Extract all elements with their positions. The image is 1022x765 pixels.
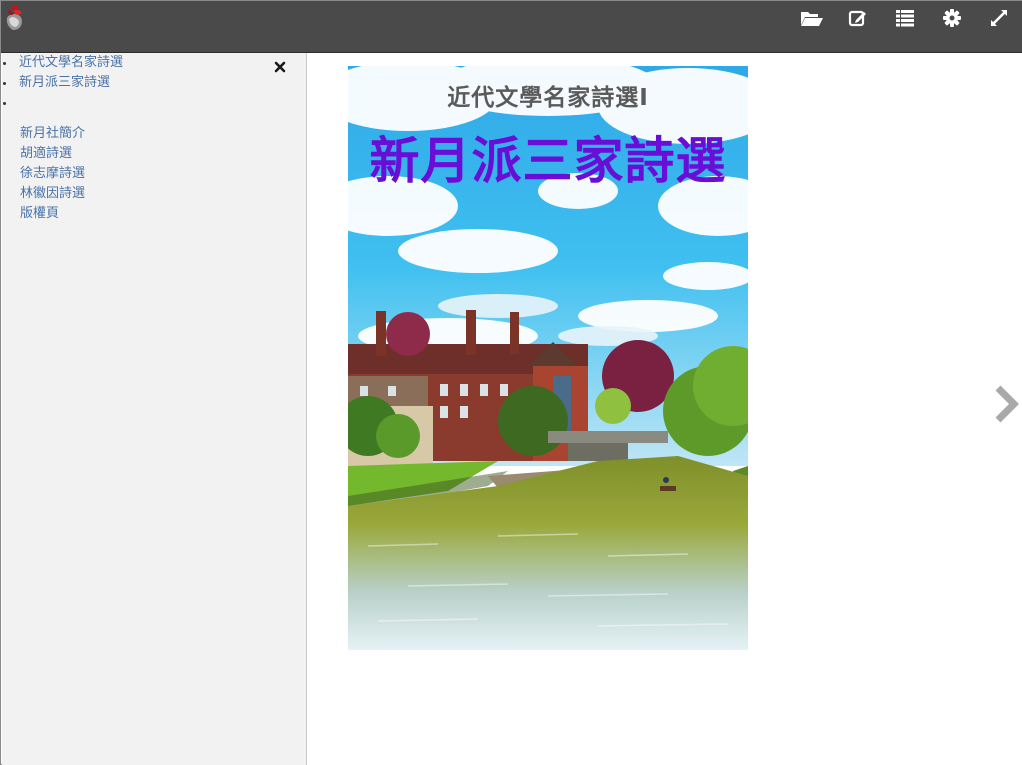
cover-series-title: 近代文學名家詩選I [447, 85, 649, 111]
fullscreen-icon [989, 8, 1009, 28]
open-book-button[interactable] [799, 7, 825, 29]
toc-link-lin-huiyin[interactable]: 林徽因詩選 [20, 186, 85, 201]
bullet [3, 102, 6, 105]
edit-icon [848, 8, 868, 28]
next-page-button[interactable] [992, 384, 1020, 424]
toc-chapter-list: 新月社簡介 胡適詩選 徐志摩詩選 林徽因詩選 版權頁 [20, 123, 85, 223]
close-sidebar-button[interactable] [272, 59, 288, 75]
cover-book-title: 新月派三家詩選 [369, 132, 727, 190]
folder-open-icon [800, 9, 824, 27]
bullet [3, 82, 6, 85]
toc-link-xu-zhimo[interactable]: 徐志摩詩選 [20, 166, 85, 181]
reading-area: 近代文學名家詩選I 新月派三家詩選 [307, 53, 1022, 765]
toc-chapter-item: 林徽因詩選 [20, 183, 85, 203]
chevron-right-icon [992, 385, 1020, 428]
toc-chapter-item: 胡適詩選 [20, 143, 85, 163]
reader-window: 近代文學名家詩選 新月派三家詩選 新月社簡介 胡適詩選 徐志摩詩選 林徽因詩選 … [0, 0, 1022, 765]
app-logo-icon [4, 4, 26, 32]
close-icon [272, 60, 288, 79]
toc-chapter-item: 徐志摩詩選 [20, 163, 85, 183]
toc-button[interactable] [892, 7, 918, 29]
sidebar: 近代文學名家詩選 新月派三家詩選 新月社簡介 胡適詩選 徐志摩詩選 林徽因詩選 … [2, 53, 307, 765]
annotate-button[interactable] [845, 7, 871, 29]
list-icon [895, 9, 915, 27]
toc-link-series[interactable]: 近代文學名家詩選 [19, 54, 123, 72]
toolbar [1, 1, 1022, 53]
toc-chapter-item: 新月社簡介 [20, 123, 85, 143]
toc-link-copyright[interactable]: 版權頁 [20, 206, 59, 221]
gear-icon [942, 8, 962, 28]
toc-chapter-item: 版權頁 [20, 203, 85, 223]
book-cover: 近代文學名家詩選I 新月派三家詩選 [348, 66, 748, 650]
toc-link-intro[interactable]: 新月社簡介 [20, 126, 85, 141]
fullscreen-button[interactable] [986, 7, 1012, 29]
toc-link-book[interactable]: 新月派三家詩選 [19, 74, 110, 92]
bullet [3, 62, 6, 65]
toc-link-hu-shi[interactable]: 胡適詩選 [20, 146, 72, 161]
settings-button[interactable] [939, 7, 965, 29]
